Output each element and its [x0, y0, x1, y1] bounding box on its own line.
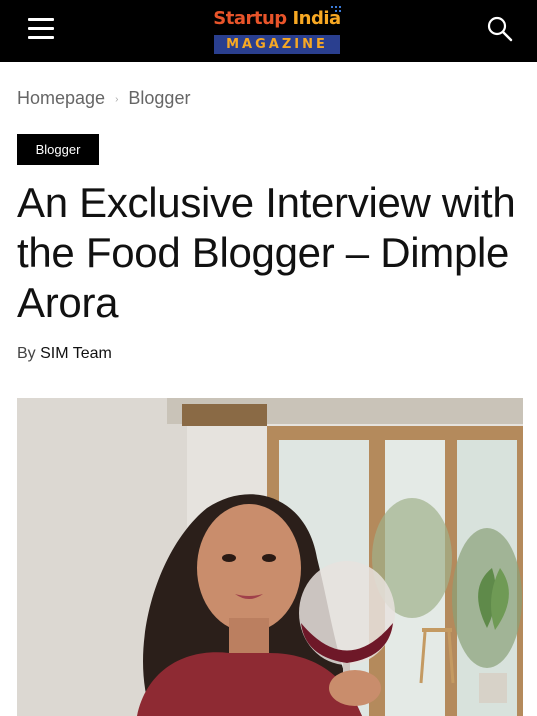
- hamburger-icon-line: [28, 27, 54, 30]
- logo-wordmark: Startup India: [213, 8, 341, 29]
- category-tag[interactable]: Blogger: [17, 134, 99, 165]
- search-icon: [487, 16, 513, 42]
- top-nav-bar: Startup India MAGAZINE: [0, 0, 537, 62]
- featured-image: [17, 398, 523, 716]
- logo-dots-icon: [331, 6, 341, 14]
- author-link[interactable]: SIM Team: [40, 345, 112, 362]
- menu-button[interactable]: [24, 14, 58, 44]
- hamburger-icon-line: [28, 36, 54, 39]
- featured-photo: [17, 398, 523, 716]
- hamburger-icon-line: [28, 18, 54, 21]
- breadcrumb: Homepage › Blogger: [17, 88, 190, 109]
- logo-magazine-band: MAGAZINE: [214, 35, 340, 54]
- breadcrumb-separator-icon: ›: [115, 93, 119, 105]
- byline: By SIM Team: [17, 345, 112, 363]
- article-title: An Exclusive Interview with the Food Blo…: [17, 179, 516, 326]
- search-button[interactable]: [485, 14, 515, 44]
- site-logo[interactable]: Startup India MAGAZINE: [207, 6, 347, 56]
- breadcrumb-homepage-link[interactable]: Homepage: [17, 88, 105, 108]
- byline-prefix: By: [17, 345, 36, 362]
- breadcrumb-blogger-link[interactable]: Blogger: [128, 88, 190, 108]
